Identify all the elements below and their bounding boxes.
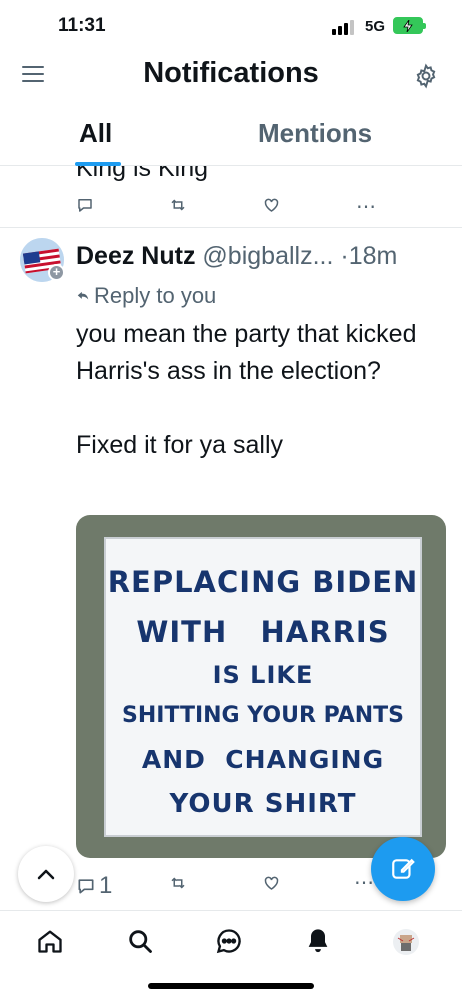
reply-count: 1	[99, 872, 113, 899]
notification-tabs: All Mentions	[0, 106, 462, 166]
reply-icon	[78, 879, 94, 894]
home-icon[interactable]	[36, 927, 64, 960]
reply-icon[interactable]	[76, 196, 94, 214]
reply-context: Reply to you	[76, 283, 216, 309]
header: Notifications	[0, 50, 462, 100]
gear-icon[interactable]	[413, 63, 439, 94]
tweet-time: 18m	[348, 242, 398, 270]
sign-line: SHITTING YOUR PANTS	[122, 703, 404, 728]
previous-tweet-text: King is King	[76, 166, 209, 182]
retweet-icon[interactable]	[168, 874, 188, 892]
sign-line: YOUR SHIRT	[169, 789, 357, 819]
status-time: 11:31	[58, 15, 106, 36]
messages-icon[interactable]	[215, 927, 243, 960]
chevron-up-icon	[37, 869, 55, 880]
notifications-icon[interactable]	[304, 927, 332, 960]
reply-label: Reply to you	[94, 283, 217, 308]
compose-icon	[392, 858, 415, 879]
tweet-image[interactable]: REPLACING BIDEN WITH HARRIS IS LIKE SHIT…	[76, 515, 446, 858]
page-title: Notifications	[143, 57, 319, 89]
compose-button[interactable]	[371, 837, 435, 901]
tab-all[interactable]: All	[79, 118, 112, 149]
tweet-text: you mean the party that kicked Harris's …	[76, 320, 417, 459]
home-indicator	[148, 983, 314, 989]
status-bar: 11:31 5G	[0, 0, 462, 50]
sign-line: IS LIKE	[212, 661, 314, 689]
sign-line: REPLACING BIDEN	[107, 565, 419, 599]
retweet-icon[interactable]	[168, 196, 188, 214]
previous-tweet[interactable]: King is King ⋯	[0, 166, 462, 228]
like-icon[interactable]	[262, 196, 281, 214]
signal-icon	[332, 20, 354, 35]
sign-line: WITH HARRIS	[136, 615, 390, 649]
follow-plus-icon[interactable]: +	[48, 264, 65, 281]
tweet-header: Deez Nutz @bigballz... ·18m	[76, 242, 397, 271]
like-icon[interactable]	[262, 874, 281, 892]
bottom-nav	[0, 910, 462, 974]
search-icon[interactable]	[126, 927, 154, 960]
user-handle[interactable]: @bigballz...	[202, 242, 333, 270]
sign-photo: REPLACING BIDEN WITH HARRIS IS LIKE SHIT…	[104, 537, 422, 837]
reply-button[interactable]: 1	[76, 872, 112, 900]
scroll-to-top-button[interactable]	[18, 846, 74, 902]
notification-tweet[interactable]: + Deez Nutz @bigballz... ·18m Reply to y…	[0, 228, 462, 908]
profile-avatar[interactable]	[392, 928, 420, 961]
network-label: 5G	[365, 18, 386, 35]
reply-arrow-icon	[77, 291, 89, 300]
separator: ·	[333, 242, 349, 270]
more-icon[interactable]: ⋯	[356, 194, 377, 219]
tab-mentions[interactable]: Mentions	[258, 118, 372, 149]
battery-charging-icon	[393, 17, 426, 34]
sign-line: AND CHANGING	[141, 745, 385, 774]
display-name[interactable]: Deez Nutz	[76, 242, 195, 270]
